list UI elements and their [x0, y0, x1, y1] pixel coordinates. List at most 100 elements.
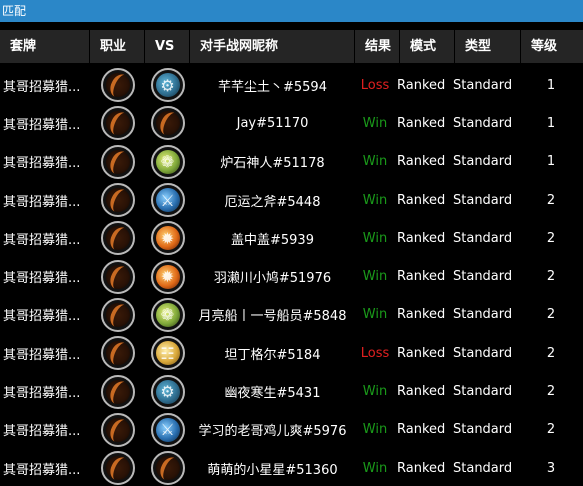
column-header-class[interactable]: 职业 — [90, 30, 145, 63]
level-label: 3 — [546, 460, 556, 476]
window-title: 匹配 — [0, 0, 583, 22]
column-header-type[interactable]: 类型 — [455, 30, 521, 63]
mode-label: Ranked — [397, 230, 446, 246]
mode-label: Ranked — [397, 345, 446, 361]
type-label: Standard — [453, 192, 513, 208]
opponent-name: 芊芊尘土丶#5594 — [218, 79, 327, 95]
result-label: Loss — [360, 345, 390, 361]
result-label: Win — [362, 384, 388, 400]
mode-label: Ranked — [397, 384, 446, 400]
scroll-class-icon: ☷ — [150, 336, 185, 371]
hunter-class-icon — [100, 297, 135, 332]
result-label: Win — [362, 154, 388, 170]
opponent-name: 坦丁格尔#5184 — [224, 347, 321, 363]
type-label: Standard — [453, 115, 513, 131]
table-row[interactable]: 其哥招募猎... ⚙ 芊芊尘土丶#5594 Loss Ranked Standard 1 — [0, 66, 583, 104]
hunter-class-icon — [100, 336, 135, 371]
table-row[interactable]: 其哥招募猎... ❁ 炉石神人#51178 Win Ranked Standard 1 — [0, 143, 583, 181]
mode-label: Ranked — [397, 422, 446, 438]
level-label: 2 — [546, 384, 556, 400]
mode-label: Ranked — [397, 192, 446, 208]
level-label: 2 — [546, 345, 556, 361]
mode-label: Ranked — [397, 269, 446, 285]
deck-name: 其哥招募猎... — [3, 156, 81, 172]
nature-class-icon: ❁ — [150, 144, 185, 179]
level-label: 2 — [546, 192, 556, 208]
deck-name: 其哥招募猎... — [3, 309, 81, 325]
opponent-name: 学习的老哥鸡儿爽#5976 — [198, 424, 347, 440]
column-header-mode[interactable]: 模式 — [400, 30, 455, 63]
sword-class-icon: ⚔ — [150, 183, 185, 218]
result-label: Win — [362, 192, 388, 208]
level-label: 2 — [546, 230, 556, 246]
result-label: Win — [362, 422, 388, 438]
deck-name: 其哥招募猎... — [3, 424, 81, 440]
mode-label: Ranked — [397, 307, 446, 323]
opponent-class-cell: ⚔ — [145, 411, 190, 449]
opponent-name: 羽濑川小鸠#51976 — [213, 271, 332, 287]
hunter-class-icon — [100, 412, 135, 447]
type-label: Standard — [453, 154, 513, 170]
class-cell — [90, 372, 145, 410]
deck-name: 其哥招募猎... — [3, 232, 81, 248]
deck-name: 其哥招募猎... — [3, 79, 81, 95]
table-row[interactable]: 其哥招募猎... ⚔ 厄运之斧#5448 Win Ranked Standard 2 — [0, 181, 583, 219]
class-cell — [90, 66, 145, 104]
table-row[interactable]: 其哥招募猎... ☷ 坦丁格尔#5184 Loss Ranked Standard 2 — [0, 334, 583, 372]
opponent-name: 炉石神人#51178 — [220, 156, 325, 172]
result-label: Win — [362, 460, 388, 476]
type-label: Standard — [453, 307, 513, 323]
opponent-class-cell — [145, 449, 190, 486]
column-header-level[interactable]: 等级 — [521, 30, 583, 63]
column-header-result[interactable]: 结果 — [355, 30, 400, 63]
hunter-class-icon — [100, 451, 135, 486]
column-header-opponent[interactable]: 对手战网昵称 — [190, 30, 355, 63]
class-cell — [90, 449, 145, 486]
fire-class-icon: ✹ — [150, 259, 185, 294]
result-label: Win — [362, 307, 388, 323]
class-cell — [90, 181, 145, 219]
level-label: 1 — [546, 154, 556, 170]
type-label: Standard — [453, 230, 513, 246]
column-header-vs[interactable]: VS — [145, 30, 190, 63]
hunter-class-icon — [100, 144, 135, 179]
type-label: Standard — [453, 460, 513, 476]
deck-name: 其哥招募猎... — [3, 347, 81, 363]
level-label: 2 — [546, 422, 556, 438]
result-label: Win — [362, 230, 388, 246]
deck-name: 其哥招募猎... — [3, 271, 81, 287]
class-cell — [90, 143, 145, 181]
table-row[interactable]: 其哥招募猎... ⚔ 学习的老哥鸡儿爽#5976 Win Ranked Standard 2 — [0, 411, 583, 449]
opponent-class-cell — [145, 104, 190, 142]
result-label: Win — [362, 269, 388, 285]
mech-class-icon: ⚙ — [150, 68, 185, 103]
hunter-class-icon — [100, 221, 135, 256]
opponent-class-cell: ✹ — [145, 219, 190, 257]
table-row[interactable]: 其哥招募猎... ⚙ 幽夜寒生#5431 Win Ranked Standard 2 — [0, 372, 583, 410]
sword-class-icon: ⚔ — [150, 412, 185, 447]
hunter-class-icon — [100, 259, 135, 294]
mode-label: Ranked — [397, 77, 446, 93]
deck-name: 其哥招募猎... — [3, 117, 81, 133]
class-cell — [90, 296, 145, 334]
opponent-class-cell: ⚙ — [145, 66, 190, 104]
mode-label: Ranked — [397, 115, 446, 131]
deck-name: 其哥招募猎... — [3, 462, 81, 478]
table-row[interactable]: 其哥招募猎... 萌萌的小星星#51360 Win Ranked Standard 3 — [0, 449, 583, 486]
fire-class-icon: ✹ — [150, 221, 185, 256]
table-header: 套牌 职业 VS 对手战网昵称 结果 模式 类型 等级 — [0, 30, 583, 63]
hunter-class-icon — [150, 451, 185, 486]
column-header-deck[interactable]: 套牌 — [0, 30, 90, 63]
class-cell — [90, 257, 145, 295]
table-row[interactable]: 其哥招募猎... ✹ 盖中盖#5939 Win Ranked Standard 2 — [0, 219, 583, 257]
table-row[interactable]: 其哥招募猎... ✹ 羽濑川小鸠#51976 Win Ranked Standard 2 — [0, 257, 583, 295]
opponent-class-cell: ❁ — [145, 296, 190, 334]
result-label: Loss — [360, 77, 390, 93]
deck-name: 其哥招募猎... — [3, 386, 81, 402]
table-row[interactable]: 其哥招募猎... ❁ 月亮船丨一号船员#5848 Win Ranked Standard 2 — [0, 296, 583, 334]
opponent-class-cell: ⚔ — [145, 181, 190, 219]
type-label: Standard — [453, 384, 513, 400]
class-cell — [90, 411, 145, 449]
table-row[interactable]: 其哥招募猎... Jay#51170 Win Ranked Standard 1 — [0, 104, 583, 142]
type-label: Standard — [453, 345, 513, 361]
